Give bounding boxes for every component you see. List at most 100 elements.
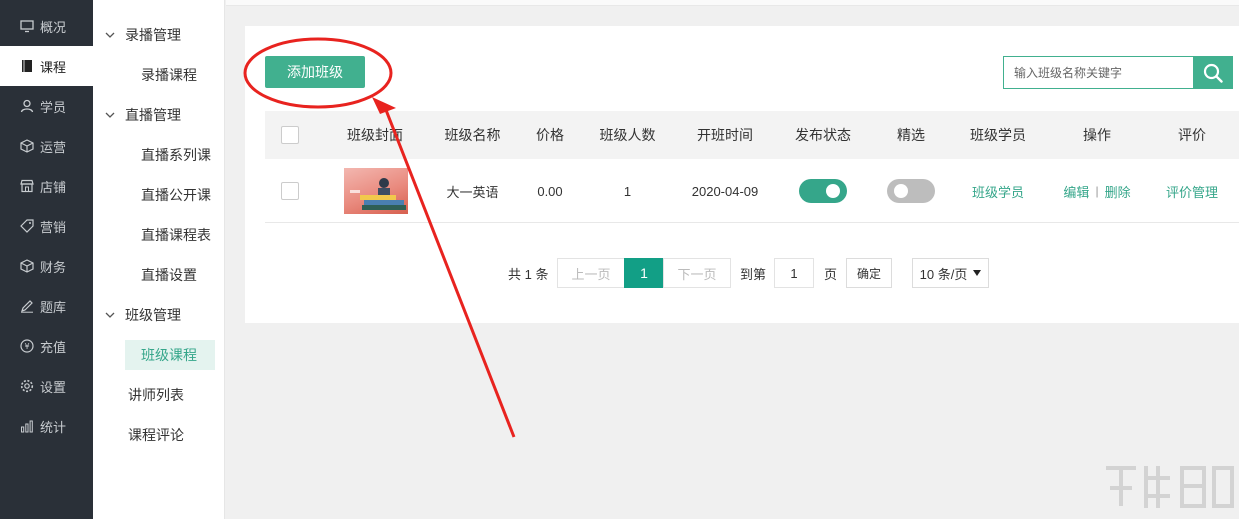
row-select-cell — [275, 159, 305, 223]
nav-item-label: 运营 — [40, 139, 67, 155]
svg-text:¥: ¥ — [24, 342, 29, 351]
class-cover-image[interactable] — [344, 168, 408, 214]
table-header: 班级封面 班级名称 价格 班级人数 开班时间 发布状态 精选 班级学员 操作 评… — [265, 111, 1239, 159]
nav-item-label: 营销 — [40, 219, 67, 235]
class-students-link[interactable]: 班级学员 — [972, 182, 1024, 201]
review-cell: 评价管理 — [1160, 159, 1224, 223]
column-header: 班级名称 — [444, 127, 501, 143]
submenu-group-class[interactable]: 班级管理 — [105, 295, 181, 335]
submenu-item-label: 直播设置 — [141, 267, 197, 283]
submenu-item-live-settings[interactable]: 直播设置 — [125, 260, 197, 290]
book-icon — [20, 59, 34, 73]
nav-item-label: 学员 — [40, 99, 67, 115]
submenu-item-label: 课程评论 — [128, 427, 184, 443]
chevron-down-icon — [105, 32, 115, 38]
page-size-select[interactable]: 10 条/页 — [912, 258, 989, 288]
main-content: 添加班级 班级封面 班级名称 价格 班级人数 开班时间 发布状态 精选 班级学员… — [226, 0, 1239, 519]
page-unit-label: 页 — [824, 266, 838, 282]
search-bar — [1003, 56, 1233, 89]
search-button[interactable] — [1193, 56, 1233, 89]
column-header: 开班时间 — [697, 127, 753, 143]
submenu-item-live-public[interactable]: 直播公开课 — [125, 180, 211, 210]
class-start-date: 2020-04-09 — [691, 183, 759, 199]
search-input[interactable] — [1003, 56, 1193, 89]
students-cell: 班级学员 — [958, 159, 1038, 223]
next-page-button[interactable]: 下一页 — [663, 258, 731, 288]
column-header: 精选 — [897, 127, 925, 143]
nav-item-courses[interactable]: 课程 — [0, 46, 93, 86]
goto-page-input[interactable] — [774, 258, 814, 288]
column-header: 班级封面 — [347, 127, 403, 143]
nav-item-question-bank[interactable]: 题库 — [0, 286, 93, 326]
monitor-icon — [20, 19, 34, 33]
review-manage-link[interactable]: 评价管理 — [1166, 182, 1218, 201]
column-header: 价格 — [536, 127, 564, 143]
class-price: 0.00 — [537, 183, 563, 199]
nav-item-students[interactable]: 学员 — [0, 86, 93, 126]
class-name: 大一英语 — [446, 184, 499, 200]
nav-item-label: 设置 — [40, 379, 67, 395]
prev-page-button[interactable]: 上一页 — [557, 258, 625, 288]
goto-confirm-button[interactable]: 确定 — [846, 258, 892, 288]
submenu-group-recorded[interactable]: 录播管理 — [105, 15, 181, 55]
current-page-button[interactable]: 1 — [624, 258, 664, 288]
yen-icon: ¥ — [20, 339, 34, 353]
class-list-card: 添加班级 班级封面 班级名称 价格 班级人数 开班时间 发布状态 精选 班级学员… — [245, 26, 1239, 323]
goto-label: 到第 — [740, 266, 767, 282]
row-checkbox[interactable] — [281, 182, 299, 200]
publish-toggle[interactable] — [799, 179, 847, 203]
class-count: 1 — [623, 183, 632, 199]
column-header: 班级人数 — [599, 127, 656, 143]
featured-cell — [885, 159, 937, 223]
column-header: 操作 — [1083, 127, 1111, 143]
nav-item-settings[interactable]: 设置 — [0, 366, 93, 406]
submenu-item-label: 录播课程 — [141, 67, 197, 83]
column-header: 评价 — [1178, 127, 1206, 143]
nav-item-operation[interactable]: 运营 — [0, 126, 93, 166]
cube-icon — [20, 139, 34, 153]
nav-item-overview[interactable]: 概况 — [0, 6, 93, 46]
edit-link[interactable]: 编辑 — [1063, 182, 1089, 201]
submenu-item-label: 讲师列表 — [128, 387, 184, 403]
nav-item-label: 课程 — [40, 59, 67, 75]
gear-icon — [20, 379, 34, 393]
submenu-item-live-series[interactable]: 直播系列课 — [125, 140, 211, 170]
select-all-checkbox[interactable] — [281, 126, 299, 144]
submenu-group-title: 班级管理 — [125, 307, 181, 323]
tag-icon — [20, 219, 34, 233]
submenu-item-course-reviews[interactable]: 课程评论 — [128, 420, 184, 450]
submenu-item-teachers[interactable]: 讲师列表 — [128, 380, 184, 410]
nav-item-store[interactable]: 店铺 — [0, 166, 93, 206]
submenu-group-live[interactable]: 直播管理 — [105, 95, 181, 135]
table-row: 大一英语 0.00 1 2020-04-09 班级学员 编辑 | 删除 评价管理 — [265, 159, 1239, 223]
nav-item-label: 题库 — [40, 299, 67, 315]
nav-item-marketing[interactable]: 营销 — [0, 206, 93, 246]
chevron-down-icon — [105, 112, 115, 118]
submenu-item-live-schedule[interactable]: 直播课程表 — [125, 220, 211, 250]
top-strip — [226, 0, 1239, 6]
submenu-group-title: 直播管理 — [125, 107, 181, 123]
nav-item-label: 财务 — [40, 259, 67, 275]
total-count: 共 1 条 — [508, 266, 549, 282]
nav-item-recharge[interactable]: ¥ 充值 — [0, 326, 93, 366]
add-class-button[interactable]: 添加班级 — [265, 56, 365, 88]
nav-item-statistics[interactable]: 统计 — [0, 406, 93, 446]
page-size-value: 10 条/页 — [919, 266, 968, 282]
pagination: 共 1 条 上一页 1 下一页 到第 页 确定 10 条/页 — [245, 258, 1239, 288]
nav-item-label: 概况 — [40, 19, 67, 35]
delete-link[interactable]: 删除 — [1105, 182, 1131, 201]
submenu-item-recorded-courses[interactable]: 录播课程 — [125, 60, 197, 90]
submenu-item-class-courses[interactable]: 班级课程 — [125, 340, 215, 370]
nav-item-label: 店铺 — [40, 179, 67, 195]
store-icon — [20, 179, 34, 193]
column-header: 发布状态 — [795, 127, 851, 143]
user-icon — [20, 99, 34, 113]
featured-toggle[interactable] — [887, 179, 935, 203]
nav-item-label: 统计 — [40, 419, 67, 435]
select-all-cell — [275, 111, 305, 159]
column-header: 班级学员 — [970, 127, 1026, 143]
search-icon — [1203, 63, 1223, 83]
nav-item-label: 充值 — [40, 339, 67, 355]
nav-item-finance[interactable]: 财务 — [0, 246, 93, 286]
caret-down-icon — [973, 270, 982, 276]
